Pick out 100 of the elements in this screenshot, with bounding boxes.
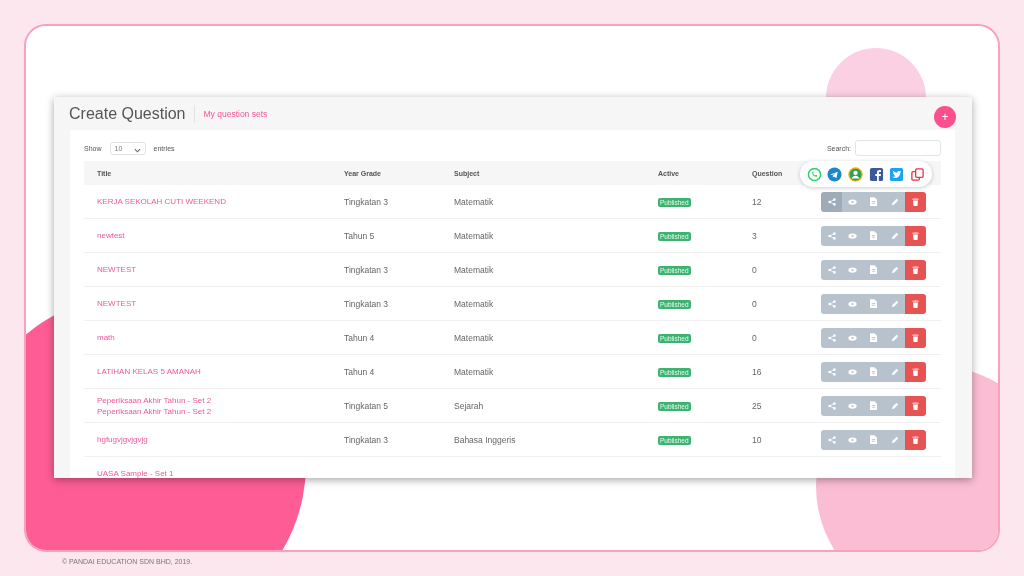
title-link[interactable]: NEWTEST [97,265,137,274]
telegram-icon[interactable] [827,166,843,182]
trash-icon [912,435,919,444]
table-cell-text: Tahun 5 [343,230,376,241]
trash-icon [912,367,919,376]
add-button[interactable]: + [934,105,956,128]
pencil-icon [890,265,899,274]
table-cell-text: 0 [751,332,758,343]
table-cell-text: Tahun 4 [343,366,376,377]
table-cell-text: Tingkatan 5 [343,400,390,411]
table-cell-text: Matematik [453,230,495,241]
pencil-icon [890,299,899,308]
table-cell-text: 25 [751,400,763,411]
table-cell-text: Bahasa Inggeris [453,434,517,445]
delete-button[interactable] [905,259,926,280]
share-button[interactable] [821,429,842,450]
title-link[interactable]: Peperiksaan Akhir Tahun - Set 2 [97,406,212,416]
share-button[interactable] [821,293,842,314]
share-icon [827,333,836,342]
table-cell-text: 12 [751,196,763,207]
pencil-icon [890,435,899,444]
edit-button[interactable] [884,395,905,416]
share-button[interactable] [821,225,842,246]
edit-button[interactable] [884,225,905,246]
edit-button[interactable] [884,361,905,382]
page-title: Create Question [69,104,195,123]
table-cell-text: Tingkatan 3 [343,298,390,309]
table-cell-text: 0 [751,264,758,275]
eye-icon [848,334,857,341]
pencil-icon [890,231,899,240]
title-link[interactable]: LATIHAN KELAS 5 AMANAH [97,367,201,376]
trash-icon [912,333,919,342]
search-field[interactable] [855,140,941,156]
document-icon [870,435,877,444]
share-icon [827,367,836,376]
document-icon [870,231,877,240]
view-button[interactable] [842,191,863,212]
delete-button[interactable] [905,327,926,348]
chevron-icon [133,147,141,153]
table-cell-text: Tingkatan 3 [343,434,390,445]
table-cell-text: Matematik [453,264,495,275]
edit-button[interactable] [884,327,905,348]
share-icon [827,299,836,308]
table-cell-text: Matematik [453,298,495,309]
edit-button[interactable] [884,293,905,314]
delete-button[interactable] [905,361,926,382]
edit-button[interactable] [884,429,905,450]
twitter-icon[interactable] [889,166,905,182]
document-icon [870,299,877,308]
table-cell-text: Matematik [453,196,495,207]
table-cell-text: Matematik [453,366,495,377]
question-sets-link[interactable]: My question sets [203,108,268,119]
table-cell-text: 3 [751,230,758,241]
trash-icon [912,265,919,274]
edit-button[interactable] [884,191,905,212]
share-button[interactable] [821,361,842,382]
title-link[interactable]: NEWTEST [97,299,137,308]
pencil-icon [890,367,899,376]
table-cell-text: 0 [751,298,758,309]
document-icon [870,367,877,376]
table-cell-text: 10 [751,434,763,445]
title-link[interactable]: UASA Sample - Set 1 [97,469,174,478]
whatsapp-icon[interactable] [806,166,822,182]
trash-icon [912,401,919,410]
delete-button[interactable] [905,191,926,212]
document-icon [870,265,877,274]
edit-button[interactable] [884,259,905,280]
title-link[interactable]: hgfugvjgvjgvjg [97,435,148,444]
share-button[interactable] [821,395,842,416]
trash-icon [912,299,919,308]
table-cell-text: Tingkatan 3 [343,196,390,207]
eye-icon [848,198,857,205]
pencil-icon [890,333,899,342]
share-icon [827,197,836,206]
copy-icon[interactable] [910,166,926,182]
eye-icon [848,402,857,409]
title-link[interactable]: KERJA SEKOLAH CUTI WEEKEND [97,197,226,206]
delete-button[interactable] [905,293,926,314]
share-icon [827,231,836,240]
table-cell-text: Tahun 4 [343,332,376,343]
delete-button[interactable] [905,225,926,246]
trash-icon [912,231,919,240]
person-icon[interactable] [848,166,864,182]
share-icon [827,435,836,444]
eye-icon [848,300,857,307]
delete-button[interactable] [905,395,926,416]
facebook-icon[interactable] [868,166,884,182]
eye-icon [848,436,857,443]
eye-icon [848,368,857,375]
delete-button[interactable] [905,429,926,450]
title-link[interactable]: Peperiksaan Akhir Tahun - Set 2 [97,395,212,405]
title-link[interactable]: newtest [97,231,125,240]
share-button[interactable] [821,191,842,212]
table-cell-text: Tingkatan 3 [343,264,390,275]
share-button[interactable] [821,327,842,348]
title-link[interactable]: math [97,333,115,342]
pencil-icon [890,401,899,410]
document-icon [870,401,877,410]
eye-icon [848,232,857,239]
share-button[interactable] [821,259,842,280]
